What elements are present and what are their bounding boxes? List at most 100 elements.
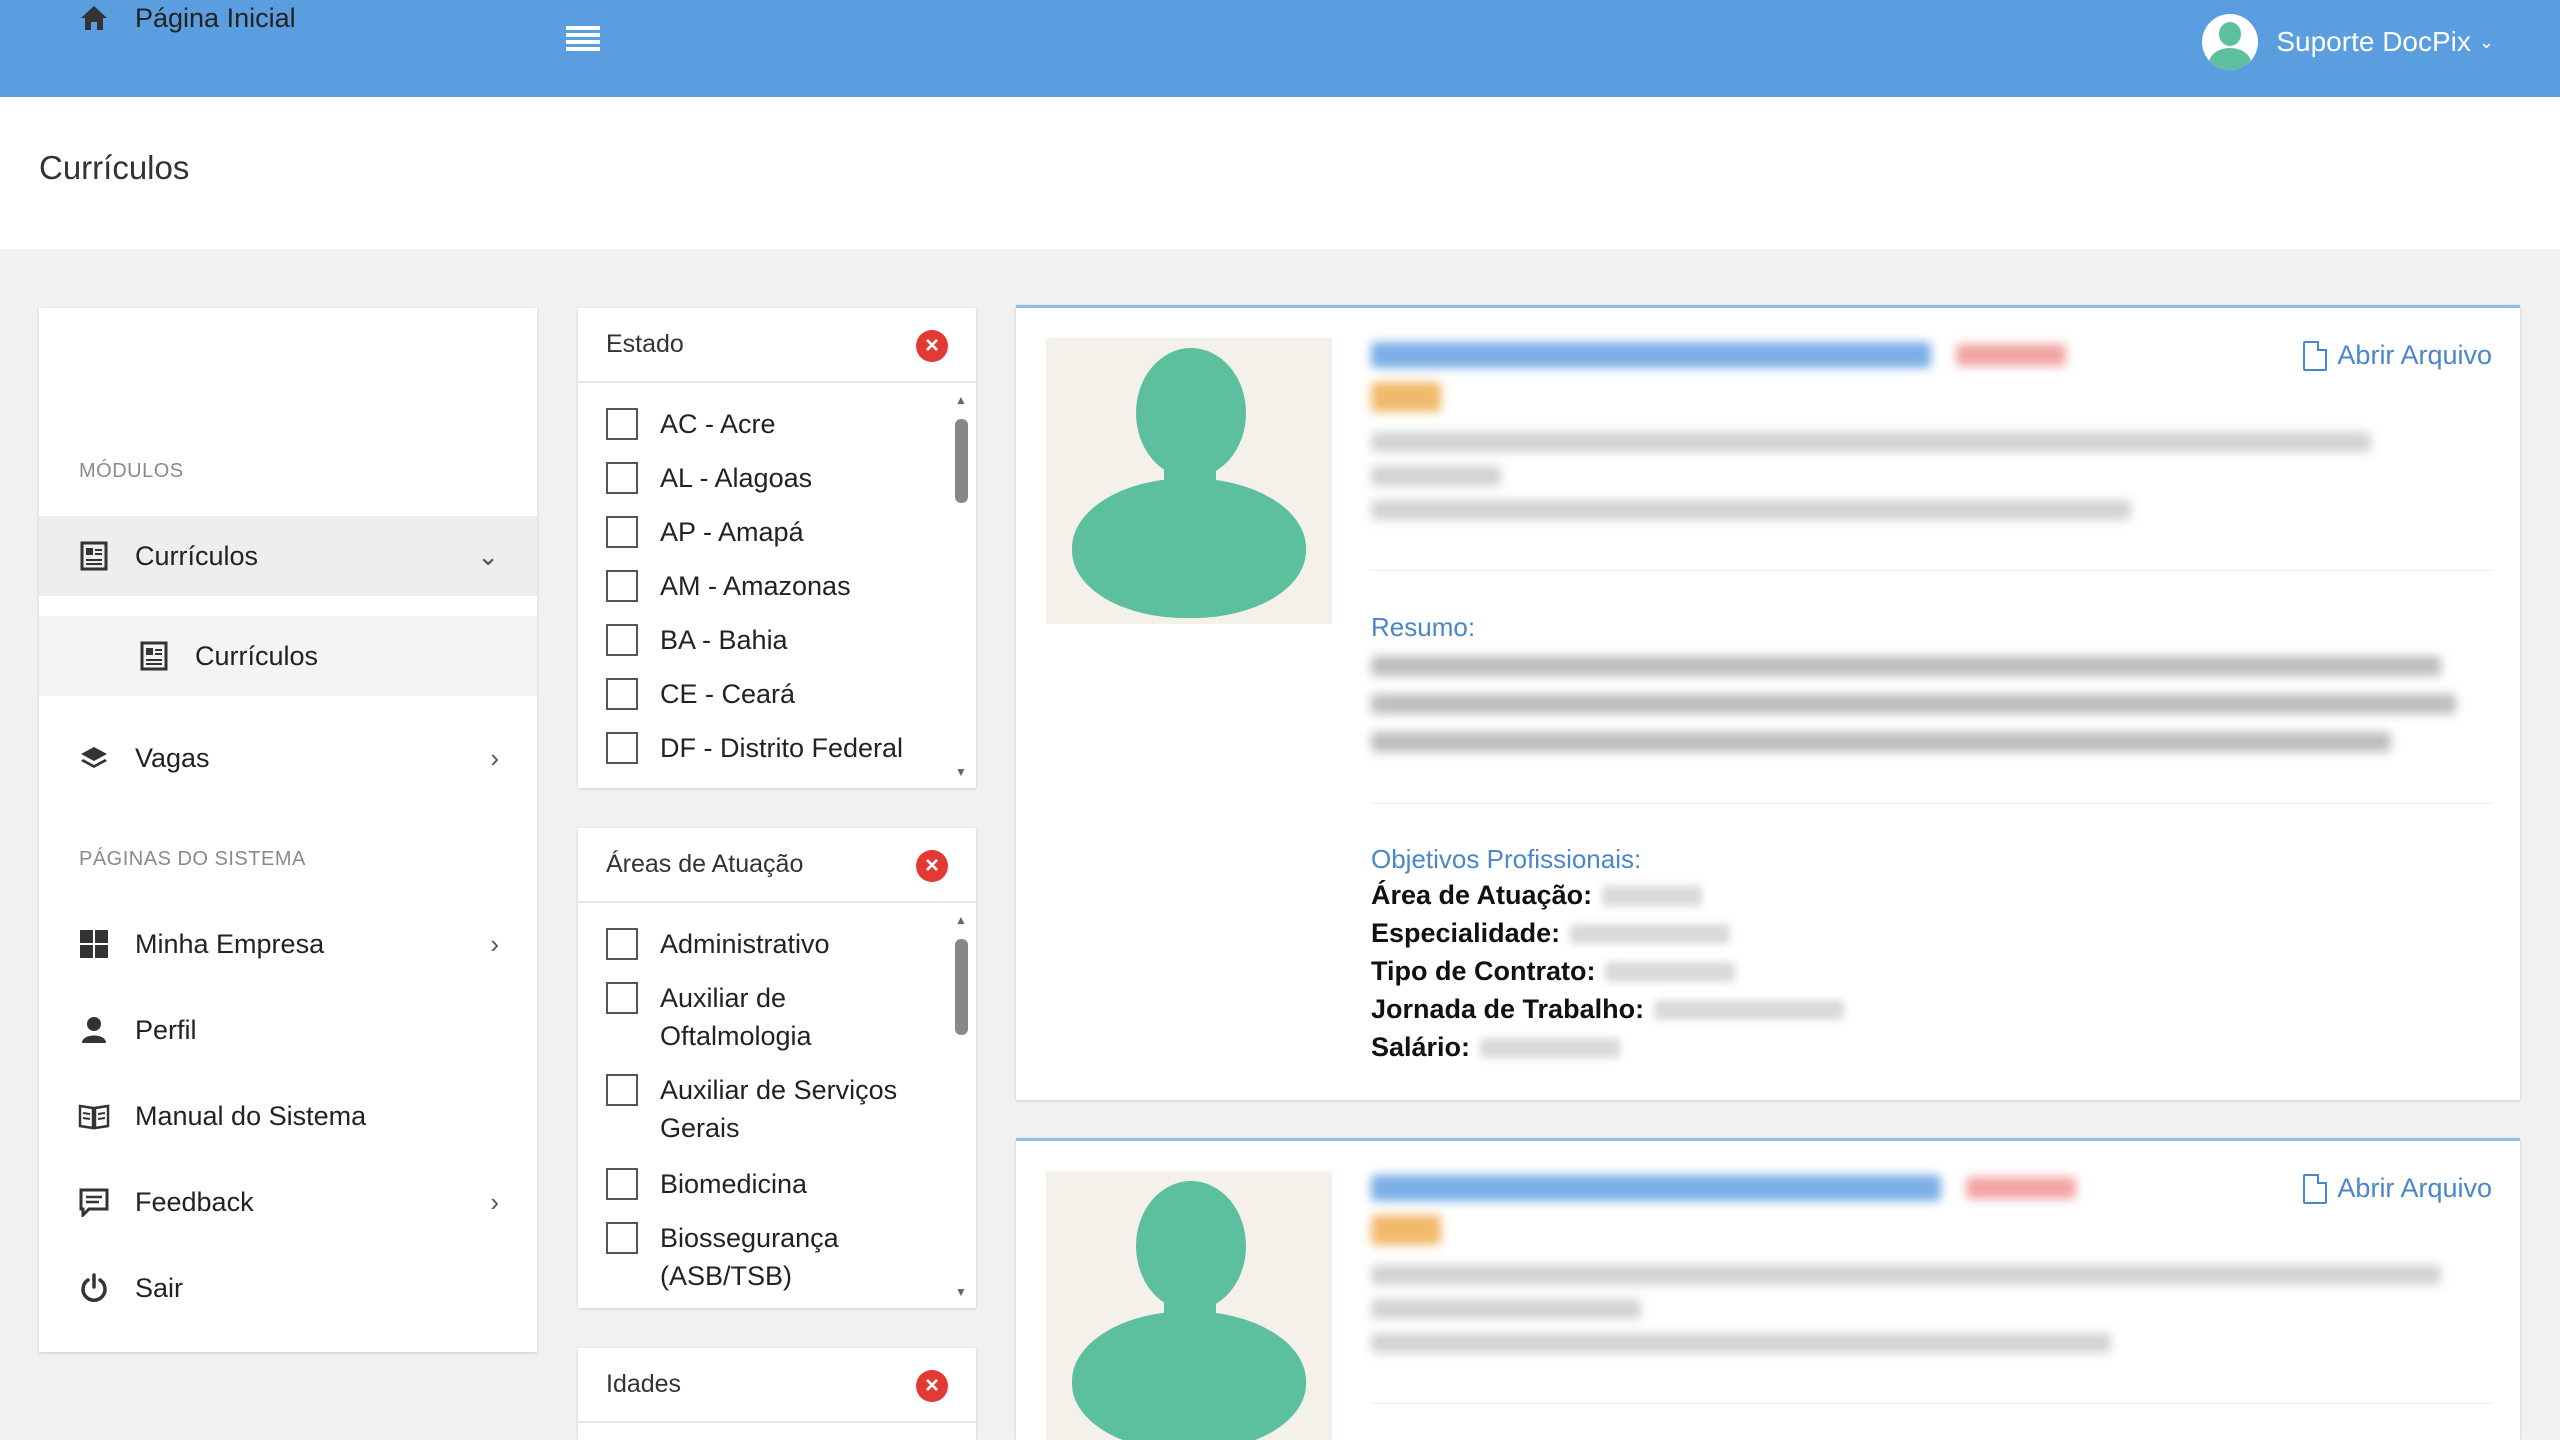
filter-option[interactable]: Biossegurança (ASB/TSB) [606, 1219, 906, 1295]
resume-card: Abrir Arquivo Resumo: Objetivos Profissi… [1016, 305, 2520, 1100]
contact-line-blurred [1371, 466, 1501, 486]
checkbox[interactable] [606, 624, 638, 656]
divider [1371, 803, 2492, 804]
filter-title: Idades [606, 1370, 682, 1398]
sidebar-item-vagas[interactable]: Vagas › [39, 718, 537, 798]
field-jornada: Jornada de Trabalho: [1371, 994, 1845, 1025]
filter-option[interactable]: AP - Amapá [606, 513, 804, 551]
checkbox[interactable] [606, 1168, 638, 1200]
checkbox[interactable] [606, 732, 638, 764]
scroll-up-icon[interactable]: ▲ [954, 913, 968, 927]
file-icon [2303, 1173, 2328, 1204]
file-icon [2303, 340, 2328, 371]
open-file-label: Abrir Arquivo [2337, 340, 2492, 370]
badge-blurred [1371, 382, 1441, 412]
document-icon [77, 539, 111, 573]
section-label-modules: MÓDULOS [79, 460, 184, 482]
scroll-up-icon[interactable]: ▲ [954, 393, 968, 407]
sidebar-item-sair[interactable]: Sair [39, 1248, 537, 1328]
field-especialidade: Especialidade: [1371, 918, 1731, 949]
chevron-down-icon: ⌄ [2478, 31, 2494, 52]
open-file-link[interactable]: Abrir Arquivo [2303, 1173, 2492, 1204]
sidebar-item-perfil[interactable]: Perfil [39, 990, 537, 1070]
checkbox[interactable] [606, 678, 638, 710]
field-salario: Salário: [1371, 1032, 1621, 1063]
chevron-right-icon: › [490, 1186, 499, 1217]
checkbox[interactable] [606, 516, 638, 548]
filter-option[interactable]: AL - Alagoas [606, 459, 812, 497]
open-file-label: Abrir Arquivo [2337, 1173, 2492, 1203]
sidebar: Página Inicial MÓDULOS Currículos ⌄ Curr… [39, 3, 537, 1352]
candidate-name-blurred[interactable] [1371, 1175, 1941, 1201]
filter-option[interactable]: Auxiliar de Serviços Gerais [606, 1071, 936, 1147]
option-label: Biomedicina [660, 1169, 808, 1199]
filter-option[interactable]: Administrativo [606, 925, 830, 963]
sidebar-item-label: Sair [135, 1272, 184, 1303]
divider [1371, 1403, 2492, 1404]
sidebar-item-feedback[interactable]: Feedback › [39, 1162, 537, 1242]
checkbox[interactable] [606, 928, 638, 960]
filter-option[interactable]: AM - Amazonas [606, 567, 851, 605]
filter-option[interactable]: Auxiliar de Oftalmologia [606, 979, 906, 1055]
field-tipo-contrato: Tipo de Contrato: [1371, 956, 1736, 987]
sidebar-item-manual[interactable]: Manual do Sistema [39, 1076, 537, 1156]
book-icon [77, 1099, 111, 1133]
scroll-down-icon[interactable]: ▼ [954, 765, 968, 779]
menu-toggle-icon[interactable] [566, 26, 600, 56]
filter-header: Estado × [578, 308, 976, 383]
sidebar-item-minha-empresa[interactable]: Minha Empresa › [39, 904, 537, 984]
home-icon [77, 1, 111, 35]
open-file-link[interactable]: Abrir Arquivo [2303, 340, 2492, 371]
clear-filter-icon[interactable]: × [916, 850, 948, 882]
sidebar-item-label: Perfil [135, 1014, 197, 1045]
contact-line-blurred [1371, 500, 2131, 520]
sidebar-subitem-curriculos[interactable]: Currículos [39, 616, 537, 696]
checkbox[interactable] [606, 408, 638, 440]
comment-icon [77, 1185, 111, 1219]
sidebar-item-home[interactable]: Página Inicial [39, 0, 537, 58]
filter-header: Áreas de Atuação × [578, 828, 976, 903]
checkbox[interactable] [606, 1074, 638, 1106]
badge-blurred [1371, 1215, 1441, 1245]
filter-title: Áreas de Atuação [606, 850, 804, 878]
scroll-down-icon[interactable]: ▼ [954, 1285, 968, 1299]
contact-line-blurred [1371, 1299, 1641, 1319]
checkbox[interactable] [606, 1222, 638, 1254]
profile-photo [1046, 338, 1332, 624]
sidebar-item-label: Vagas [135, 742, 210, 773]
filter-panel-estado: Estado × AC - Acre AL - Alagoas AP - Ama… [578, 308, 976, 788]
resumo-label: Resumo: [1371, 612, 1476, 642]
sidebar-item-label: Manual do Sistema [135, 1100, 367, 1131]
contact-line-blurred [1371, 1265, 2441, 1285]
option-label: Biossegurança (ASB/TSB) [660, 1223, 839, 1291]
divider [1371, 570, 2492, 571]
sidebar-item-curriculos[interactable]: Currículos ⌄ [39, 516, 537, 596]
filter-option[interactable]: AC - Acre [606, 405, 776, 443]
field-area: Área de Atuação: [1371, 880, 1703, 911]
scrollbar-thumb[interactable] [955, 419, 968, 503]
checkbox[interactable] [606, 982, 638, 1014]
filter-option[interactable]: DF - Distrito Federal [606, 729, 903, 767]
user-icon [77, 1013, 111, 1047]
sidebar-item-label: Minha Empresa [135, 928, 325, 959]
filter-option[interactable]: BA - Bahia [606, 621, 788, 659]
checkbox[interactable] [606, 570, 638, 602]
option-label: AC - Acre [660, 409, 776, 439]
sidebar-item-label: Currículos [135, 540, 259, 571]
clear-filter-icon[interactable]: × [916, 330, 948, 362]
checkbox[interactable] [606, 462, 638, 494]
user-name: Suporte DocPix [2276, 26, 2471, 57]
rating-stars-blurred [1966, 1177, 2076, 1199]
rating-stars-blurred [1956, 344, 2066, 366]
section-label-system-pages: PÁGINAS DO SISTEMA [79, 848, 306, 870]
filter-option[interactable]: CE - Ceará [606, 675, 795, 713]
filter-option[interactable]: Biomedicina [606, 1165, 807, 1203]
filter-title: Estado [606, 330, 684, 358]
chevron-down-icon: ⌄ [477, 540, 499, 571]
user-menu[interactable]: Suporte DocPix ⌄ [2202, 14, 2494, 70]
clear-filter-icon[interactable]: × [916, 1370, 948, 1402]
scrollbar-thumb[interactable] [955, 939, 968, 1035]
sidebar-item-label: Currículos [195, 640, 319, 671]
candidate-name-blurred[interactable] [1371, 342, 1931, 368]
option-label: Auxiliar de Oftalmologia [660, 983, 812, 1051]
